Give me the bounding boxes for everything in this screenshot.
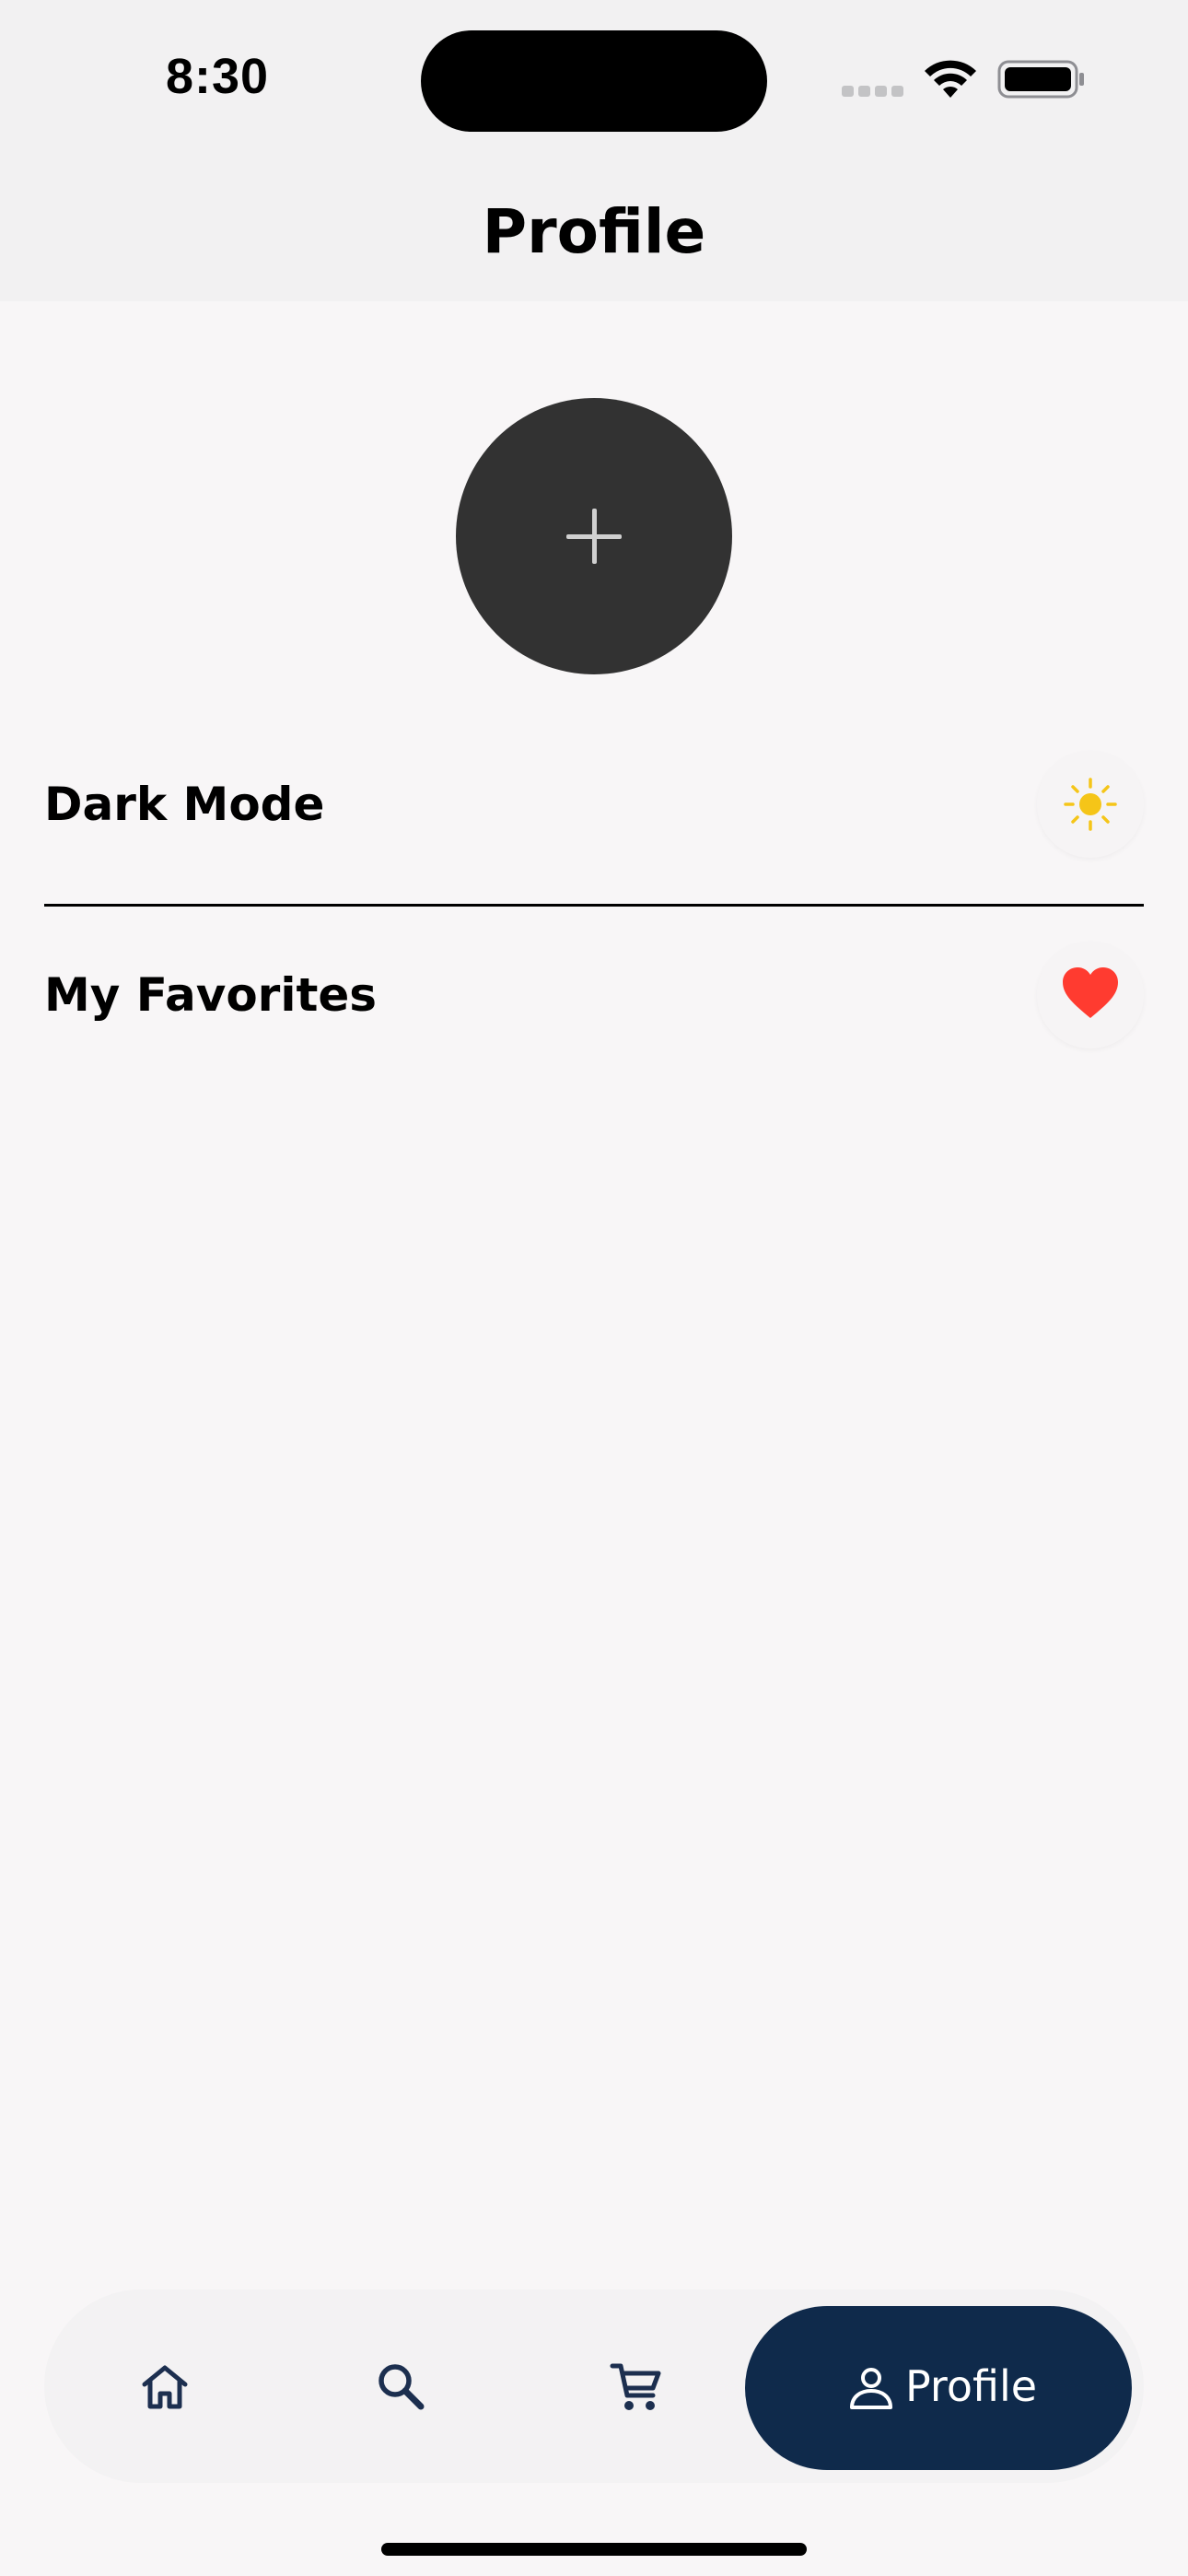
nav-profile[interactable]: Profile — [745, 2306, 1132, 2470]
home-icon — [142, 2365, 188, 2409]
plus-icon — [566, 509, 622, 564]
avatar-add-button[interactable] — [456, 398, 732, 674]
page-title: Profile — [482, 196, 706, 267]
search-icon — [379, 2364, 425, 2410]
bottom-nav: Profile — [44, 2289, 1144, 2483]
dynamic-island — [421, 30, 767, 132]
sun-icon — [1064, 778, 1117, 831]
nav-search[interactable] — [355, 2340, 447, 2432]
battery-icon — [997, 60, 1084, 99]
header: 8:30 Profile — [0, 0, 1188, 301]
my-favorites-button[interactable] — [1037, 942, 1144, 1048]
status-time: 8:30 — [166, 49, 270, 104]
person-icon — [850, 2368, 892, 2409]
dark-mode-row[interactable]: Dark Mode — [44, 740, 1144, 869]
my-favorites-row[interactable]: My Favorites — [44, 931, 1144, 1060]
wifi-icon — [925, 60, 976, 98]
heart-icon — [1063, 967, 1118, 1018]
nav-cart[interactable] — [590, 2340, 682, 2432]
profile-screen: 8:30 Profile Dark Mode My Favorites Prof… — [0, 0, 1188, 2576]
divider — [44, 904, 1144, 907]
nav-profile-label: Profile — [905, 2361, 1038, 2411]
dark-mode-toggle[interactable] — [1037, 751, 1144, 858]
my-favorites-label: My Favorites — [44, 968, 378, 1022]
dark-mode-label: Dark Mode — [44, 778, 325, 831]
cart-icon — [610, 2363, 661, 2410]
home-indicator[interactable] — [381, 2543, 807, 2556]
nav-home[interactable] — [119, 2340, 211, 2432]
signal-icon — [842, 86, 904, 97]
